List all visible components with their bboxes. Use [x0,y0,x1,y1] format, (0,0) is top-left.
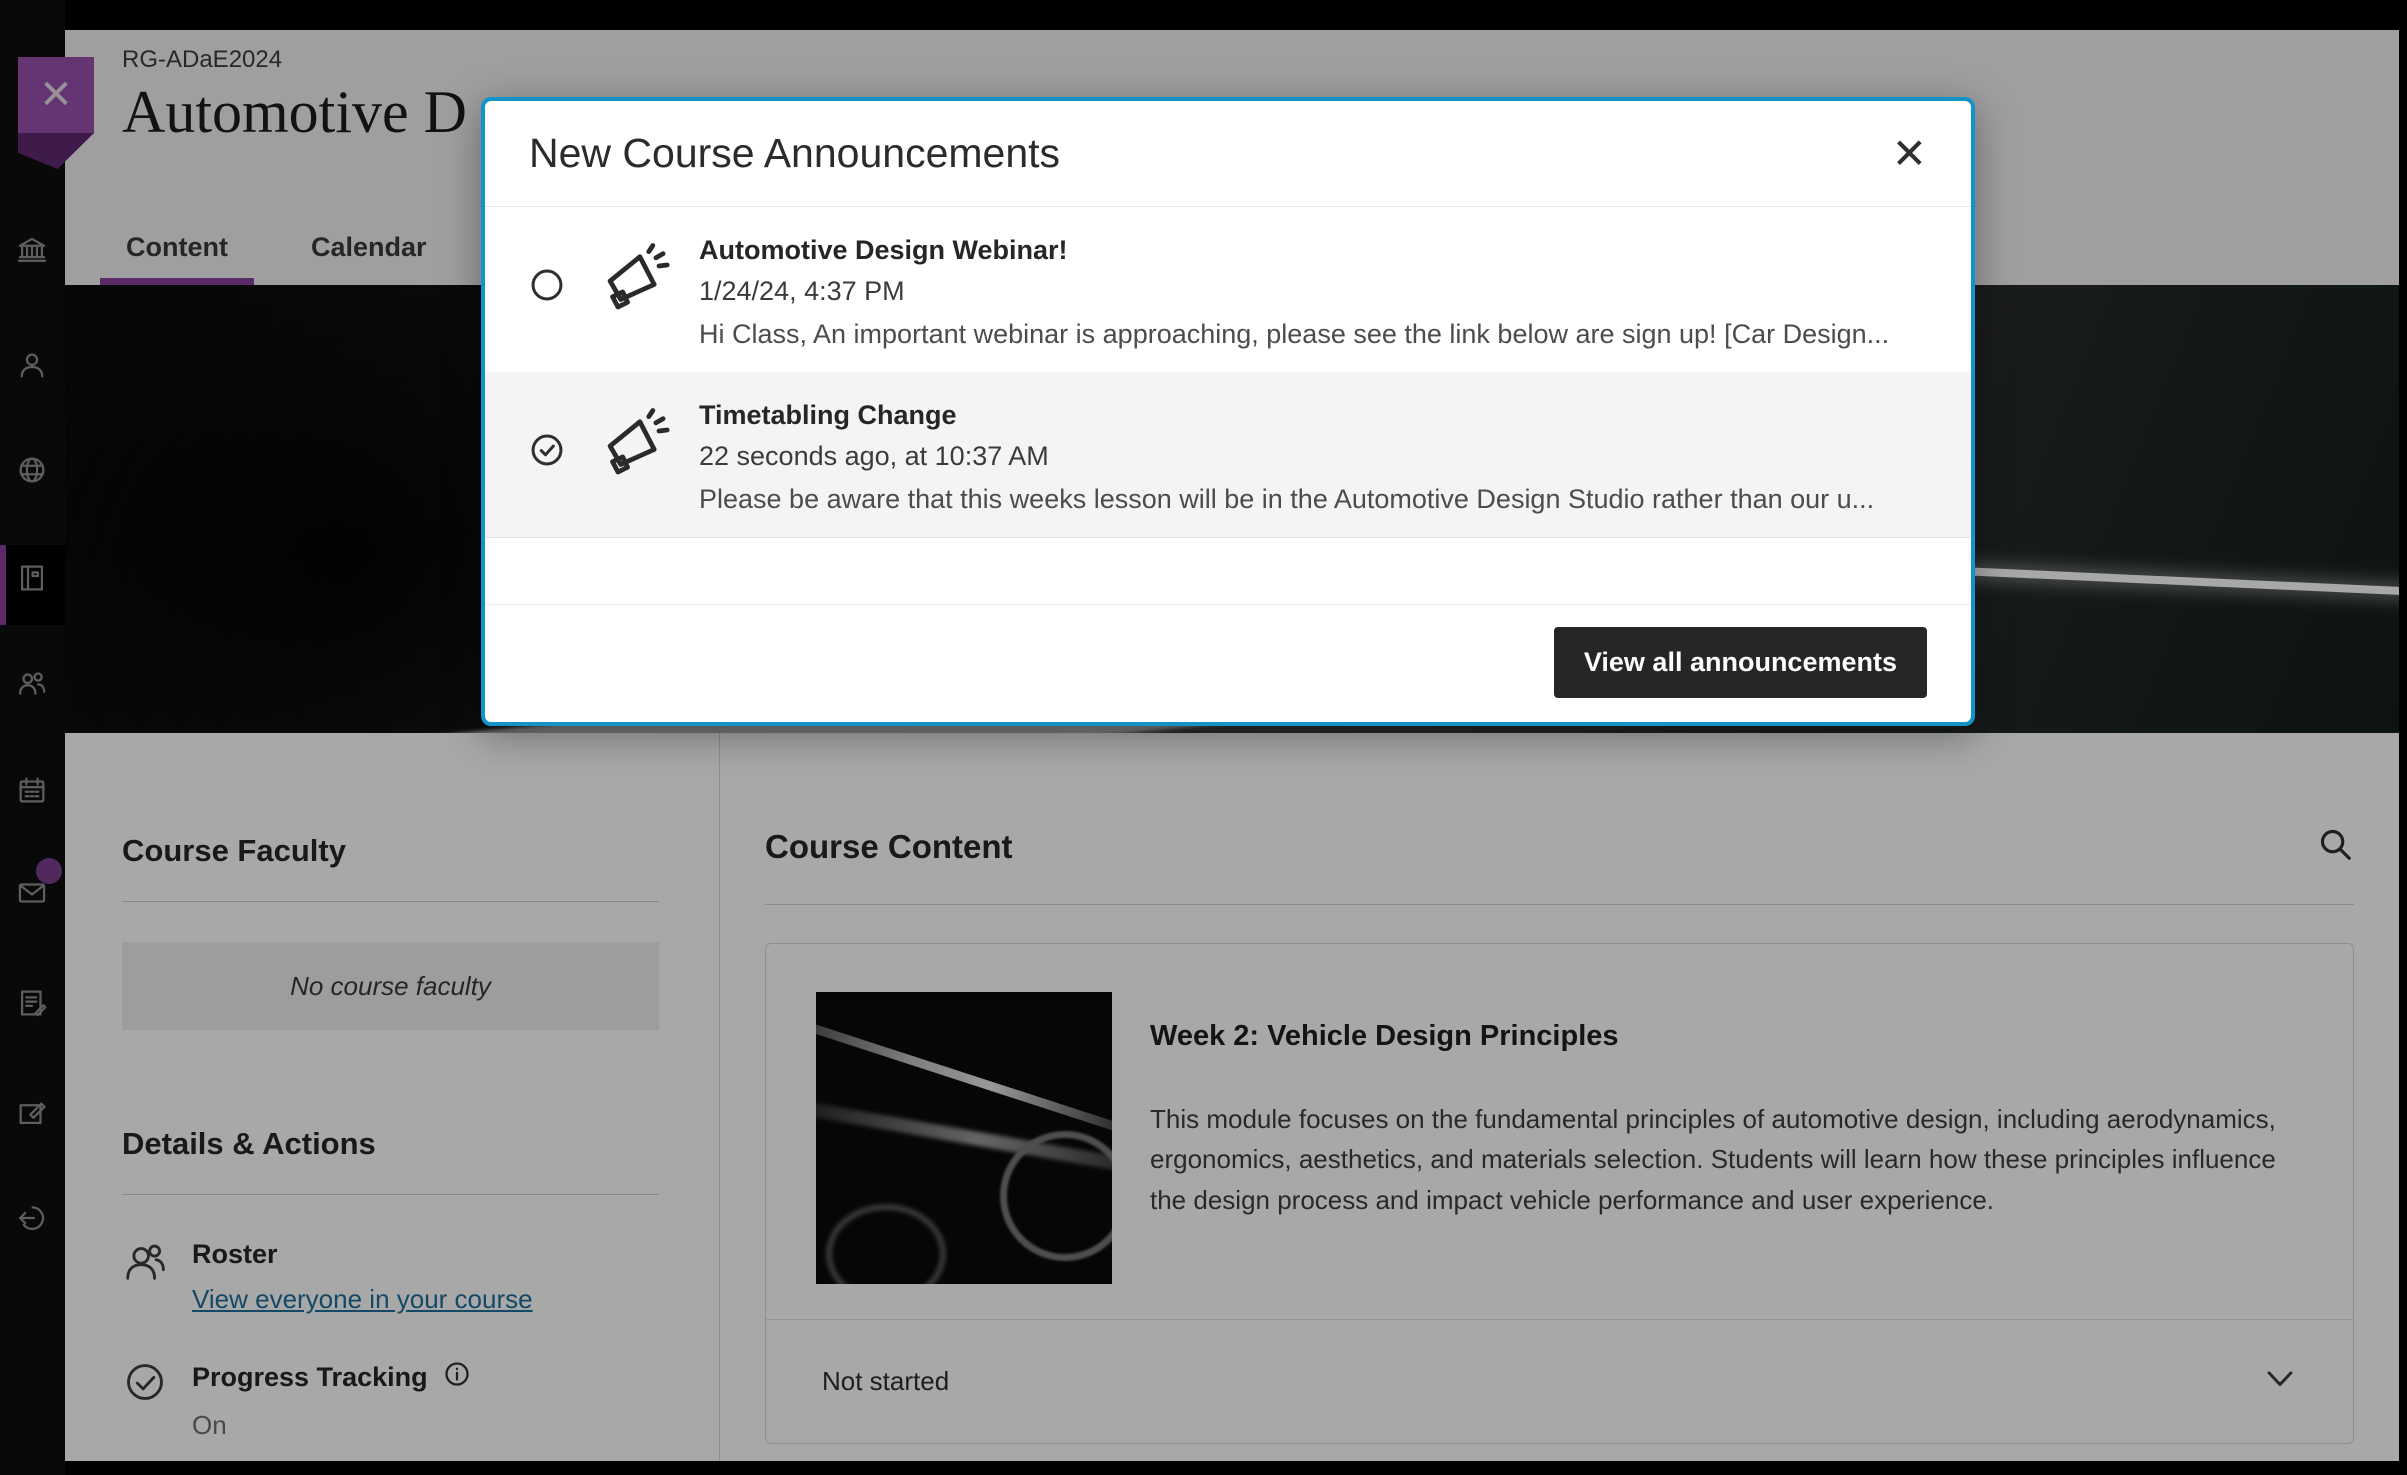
announcements-modal: New Course Announcements ✕ Automotive De… [481,97,1975,726]
announcement-snippet: Please be aware that this weeks lesson w… [699,484,1874,515]
unread-circle-icon [529,267,565,350]
megaphone-icon [591,404,673,515]
announcement-timestamp: 22 seconds ago, at 10:37 AM [699,441,1874,472]
megaphone-icon [591,239,673,350]
announcement-item[interactable]: Automotive Design Webinar! 1/24/24, 4:37… [485,207,1971,372]
read-check-circle-icon [529,432,565,515]
announcement-snippet: Hi Class, An important webinar is approa… [699,319,1889,350]
announcement-timestamp: 1/24/24, 4:37 PM [699,276,1889,307]
announcement-title: Timetabling Change [699,400,1874,431]
modal-close-icon[interactable]: ✕ [1892,133,1927,175]
announcement-item[interactable]: Timetabling Change 22 seconds ago, at 10… [485,372,1971,538]
view-all-announcements-button[interactable]: View all announcements [1554,627,1927,698]
announcement-title: Automotive Design Webinar! [699,235,1889,266]
modal-title: New Course Announcements [529,130,1060,177]
